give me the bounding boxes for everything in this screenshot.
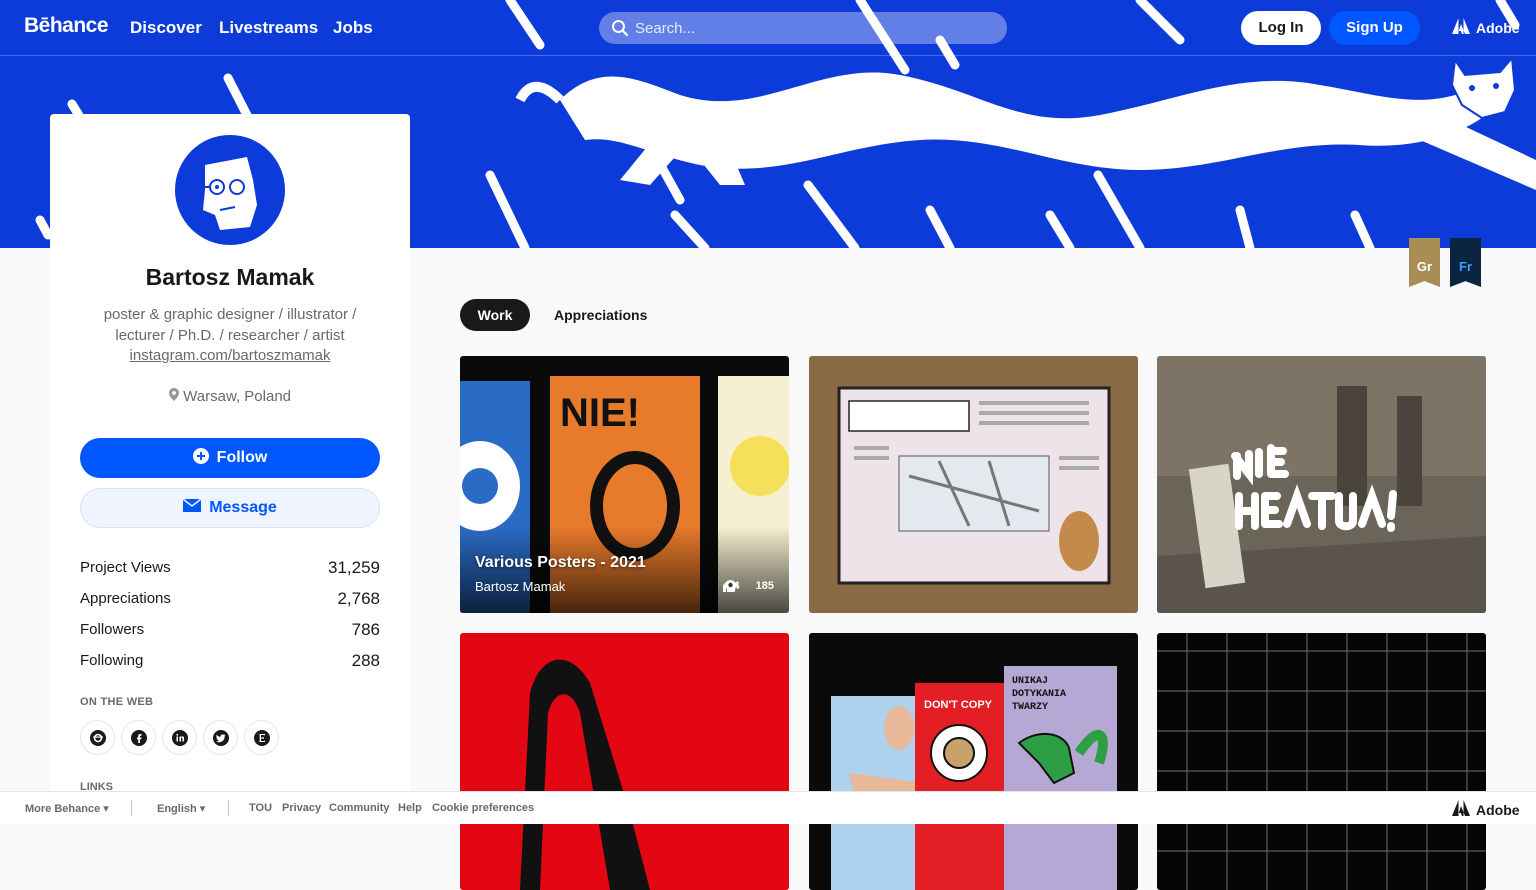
adobe-link[interactable]: Adobe xyxy=(1452,18,1520,37)
badge-fr[interactable]: Fr xyxy=(1450,238,1481,287)
project-card[interactable] xyxy=(1157,356,1486,613)
search-bar[interactable] xyxy=(599,12,1007,44)
profile-location: Warsaw, Poland xyxy=(50,388,410,405)
on-the-web-heading: ON THE WEB xyxy=(80,696,154,708)
follow-label: Follow xyxy=(216,449,268,466)
project-cover-illustrations: DON'T COPY UNIKAJ DOTYKANIA TWARZY xyxy=(809,633,1138,890)
nav-livestreams[interactable]: Livestreams xyxy=(219,18,318,38)
social-links xyxy=(80,720,279,755)
svg-text:NIE!: NIE! xyxy=(560,391,640,435)
footer-language[interactable]: English ▾ xyxy=(157,802,205,815)
footer-divider xyxy=(228,800,229,816)
envelope-icon xyxy=(182,498,202,517)
location-text: Warsaw, Poland xyxy=(183,388,291,405)
project-views: 185 xyxy=(723,580,774,592)
project-stats: 14 185 xyxy=(723,580,774,592)
project-card[interactable]: DON'T COPY UNIKAJ DOTYKANIA TWARZY xyxy=(809,633,1138,890)
svg-text:TWARZY: TWARZY xyxy=(1012,702,1048,713)
project-cover-grid xyxy=(1157,633,1486,890)
svg-text:UNIKAJ: UNIKAJ xyxy=(1012,676,1048,687)
badge-gr[interactable]: Gr xyxy=(1409,238,1440,287)
project-cover-red-poster xyxy=(460,633,789,890)
project-owner[interactable]: Bartosz Mamak xyxy=(475,579,565,594)
project-card[interactable]: NIE! Various Posters - 2021 Bartosz Mama… xyxy=(460,356,789,613)
footer: More Behance ▾ English ▾ TOU Privacy Com… xyxy=(0,791,1536,824)
project-card[interactable] xyxy=(809,356,1138,613)
nav-discover[interactable]: Discover xyxy=(130,18,202,38)
caret-down-icon: ▾ xyxy=(103,803,109,815)
profile-name: Bartosz Mamak xyxy=(145,264,315,290)
signup-button[interactable]: Sign Up xyxy=(1329,11,1420,45)
search-icon xyxy=(611,19,629,42)
tab-appreciations[interactable]: Appreciations xyxy=(554,299,647,331)
project-title[interactable]: Various Posters - 2021 xyxy=(475,554,646,572)
search-input[interactable] xyxy=(635,12,995,44)
project-cover-map xyxy=(809,356,1138,613)
twitter-icon[interactable] xyxy=(203,720,238,755)
adobe-icon xyxy=(1452,800,1470,819)
behance-logo[interactable]: Bēhance xyxy=(24,14,109,38)
profile-card: Bartosz Mamak poster & graphic designer … xyxy=(50,114,410,814)
project-card[interactable] xyxy=(460,633,789,890)
location-pin-icon xyxy=(169,388,183,405)
footer-privacy[interactable]: Privacy xyxy=(282,802,321,814)
footer-cookie-preferences[interactable]: Cookie preferences xyxy=(432,802,534,814)
svg-text:DOTYKANIA: DOTYKANIA xyxy=(1012,689,1066,700)
instagram-icon[interactable] xyxy=(80,720,115,755)
message-button[interactable]: Message xyxy=(80,488,380,528)
footer-community[interactable]: Community xyxy=(329,802,390,814)
facebook-icon[interactable] xyxy=(121,720,156,755)
etsy-icon[interactable] xyxy=(244,720,279,755)
footer-adobe-link[interactable]: Adobe xyxy=(1452,800,1520,819)
profile-bio: poster & graphic designer / illustrator … xyxy=(103,306,357,344)
svg-text:DON'T COPY: DON'T COPY xyxy=(924,699,993,711)
stat-project-views: Project Views 31,259 xyxy=(80,557,380,577)
footer-help[interactable]: Help xyxy=(398,802,422,814)
top-navigation: Bēhance Discover Livestreams Jobs Log In… xyxy=(0,0,1536,56)
footer-more-behance[interactable]: More Behance ▾ xyxy=(25,802,109,815)
login-button[interactable]: Log In xyxy=(1241,11,1321,45)
project-cover-exhibition xyxy=(1157,356,1486,613)
footer-tou[interactable]: TOU xyxy=(249,802,272,814)
profile-website-link[interactable]: instagram.com/bartoszmamak xyxy=(50,347,410,364)
profile-stats: Project Views 31,259 Appreciations 2,768 F… xyxy=(80,552,380,676)
adobe-label: Adobe xyxy=(1476,19,1520,36)
follow-button[interactable]: Follow xyxy=(80,438,380,478)
stat-following[interactable]: Following 288 xyxy=(80,645,380,676)
plus-circle-icon xyxy=(192,447,209,469)
avatar xyxy=(175,135,285,245)
message-label: Message xyxy=(209,499,277,516)
adobe-icon xyxy=(1452,18,1470,37)
linkedin-icon[interactable] xyxy=(162,720,197,755)
caret-down-icon: ▾ xyxy=(199,803,206,815)
nav-jobs[interactable]: Jobs xyxy=(333,18,373,38)
stat-followers[interactable]: Followers 786 xyxy=(80,614,380,645)
project-card[interactable] xyxy=(1157,633,1486,890)
footer-divider xyxy=(131,800,132,816)
stat-appreciations: Appreciations 2,768 xyxy=(80,588,380,608)
tab-work[interactable]: Work xyxy=(460,299,530,331)
project-cover-posters: NIE! xyxy=(460,356,789,613)
